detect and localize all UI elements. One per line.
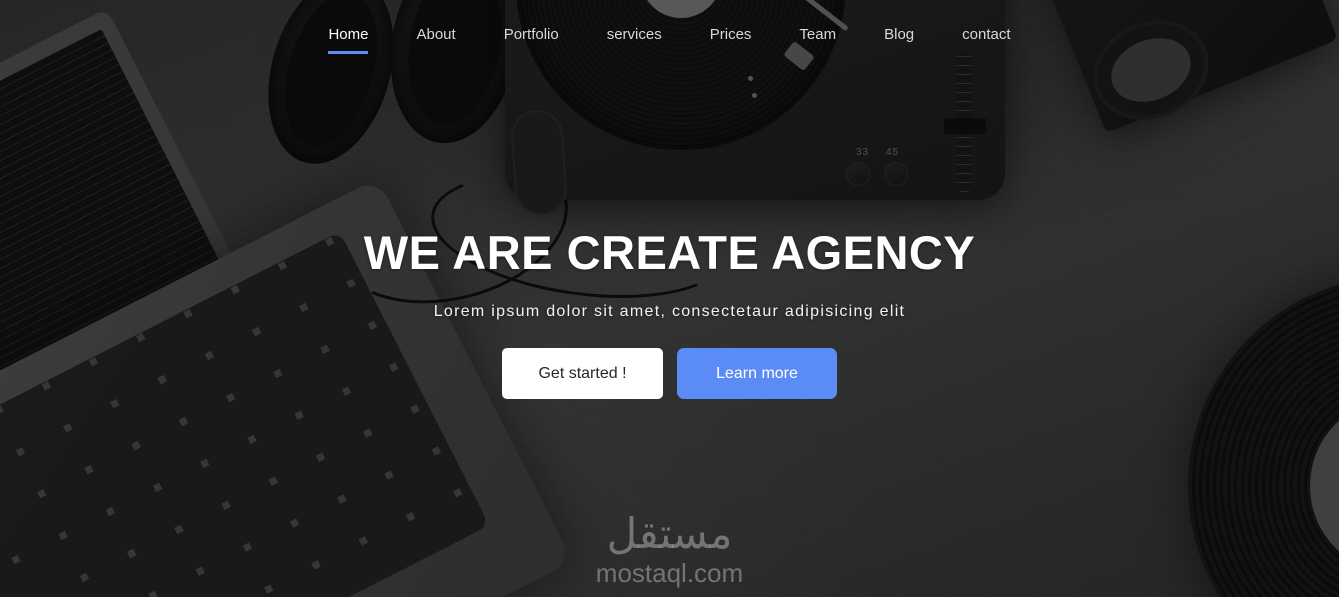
nav-item-services[interactable]: services	[583, 25, 686, 45]
nav-item-prices[interactable]: Prices	[686, 25, 776, 45]
nav-item-home[interactable]: Home	[304, 25, 392, 54]
nav-item-contact[interactable]: contact	[938, 25, 1034, 45]
nav-item-blog[interactable]: Blog	[860, 25, 938, 45]
hero-subtitle: Lorem ipsum dolor sit amet, consectetaur…	[433, 303, 906, 321]
hero-headline: WE ARE CREATE AGENCY	[363, 226, 976, 279]
nav-item-portfolio[interactable]: Portfolio	[480, 25, 583, 45]
hero-button-row: Get started ! Learn more	[0, 348, 1339, 400]
hero-section: 33 45 Home About Portfolio services Pric…	[0, 0, 1339, 597]
main-navigation: Home About Portfolio services Prices Tea…	[0, 0, 1339, 72]
learn-more-button[interactable]: Learn more	[677, 348, 837, 400]
watermark-latin-text: mostaql.com	[595, 557, 744, 588]
hero-content: WE ARE CREATE AGENCY Lorem ipsum dolor s…	[0, 226, 1339, 400]
mostaql-watermark: مستقل mostaql.com	[0, 508, 1339, 589]
nav-item-team[interactable]: Team	[775, 25, 860, 45]
get-started-button[interactable]: Get started !	[502, 348, 663, 400]
watermark-arabic-text: مستقل	[606, 508, 733, 558]
nav-item-about[interactable]: About	[392, 25, 479, 45]
